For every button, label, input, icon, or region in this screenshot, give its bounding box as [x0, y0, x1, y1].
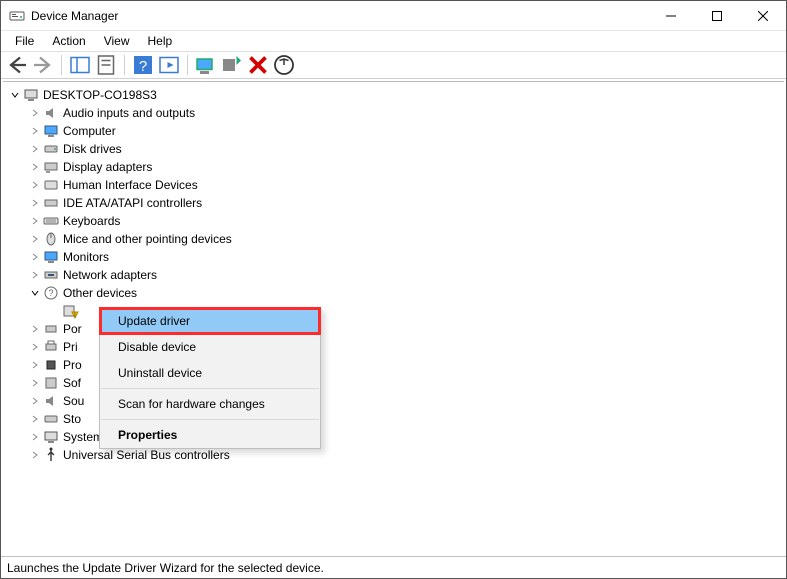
system-icon: [43, 429, 59, 445]
tree-category-computer[interactable]: Computer: [5, 122, 782, 140]
forward-button[interactable]: [31, 54, 55, 76]
software-icon: [43, 375, 59, 391]
uninstall-button[interactable]: [246, 54, 270, 76]
menu-file[interactable]: File: [7, 32, 42, 50]
computer-icon: [23, 87, 39, 103]
add-legacy-button[interactable]: [220, 54, 244, 76]
warning-overlay-icon: !: [63, 303, 79, 319]
chevron-right-icon[interactable]: [29, 215, 41, 227]
close-button[interactable]: [740, 1, 786, 31]
chevron-right-icon[interactable]: [29, 233, 41, 245]
storage-icon: [43, 411, 59, 427]
tree-category-display[interactable]: Display adapters: [5, 158, 782, 176]
display-adapter-icon: [43, 159, 59, 175]
ctx-properties[interactable]: Properties: [100, 422, 320, 448]
tree-category-network[interactable]: Network adapters: [5, 266, 782, 284]
context-menu: Update driver Disable device Uninstall d…: [99, 307, 321, 449]
chevron-right-icon[interactable]: [29, 269, 41, 281]
monitor-icon: [43, 123, 59, 139]
tree-category-hid[interactable]: Human Interface Devices: [5, 176, 782, 194]
chevron-right-icon[interactable]: [29, 413, 41, 425]
monitor-icon: [43, 249, 59, 265]
menu-help[interactable]: Help: [140, 32, 181, 50]
usb-icon: [43, 447, 59, 463]
ctx-update-driver[interactable]: Update driver: [100, 308, 320, 334]
printer-icon: [43, 339, 59, 355]
ctx-scan-hardware[interactable]: Scan for hardware changes: [100, 391, 320, 417]
tree-category-ide[interactable]: IDE ATA/ATAPI controllers: [5, 194, 782, 212]
chevron-right-icon[interactable]: [29, 323, 41, 335]
processor-icon: [43, 357, 59, 373]
status-bar: Launches the Update Driver Wizard for th…: [1, 556, 786, 578]
chevron-right-icon[interactable]: [29, 179, 41, 191]
chevron-right-icon[interactable]: [29, 359, 41, 371]
disk-icon: [43, 141, 59, 157]
root-label: DESKTOP-CO198S3: [43, 86, 157, 104]
properties-button[interactable]: [94, 54, 118, 76]
chevron-right-icon[interactable]: [29, 395, 41, 407]
svg-text:?: ?: [48, 288, 53, 298]
chevron-right-icon[interactable]: [29, 107, 41, 119]
app-icon: [9, 8, 25, 24]
port-icon: [43, 321, 59, 337]
tree-category-keyboard[interactable]: Keyboards: [5, 212, 782, 230]
tree-category-other[interactable]: ? Other devices: [5, 284, 782, 302]
ctx-disable-device[interactable]: Disable device: [100, 334, 320, 360]
network-icon: [43, 267, 59, 283]
speaker-icon: [43, 105, 59, 121]
chevron-right-icon[interactable]: [29, 125, 41, 137]
chevron-right-icon[interactable]: [29, 341, 41, 353]
chevron-down-icon[interactable]: [29, 287, 41, 299]
window-title: Device Manager: [31, 9, 118, 23]
chevron-right-icon[interactable]: [29, 161, 41, 173]
tree-category-disk[interactable]: Disk drives: [5, 140, 782, 158]
tree-root[interactable]: DESKTOP-CO198S3: [5, 86, 782, 104]
keyboard-icon: [43, 213, 59, 229]
svg-text:?: ?: [139, 58, 147, 75]
chevron-down-icon[interactable]: [9, 89, 21, 101]
back-button[interactable]: [5, 54, 29, 76]
menu-bar: File Action View Help: [1, 31, 786, 51]
ctx-uninstall-device[interactable]: Uninstall device: [100, 360, 320, 386]
toolbar: ?: [1, 51, 786, 79]
menu-view[interactable]: View: [96, 32, 138, 50]
update-driver-button[interactable]: [272, 54, 296, 76]
chevron-right-icon[interactable]: [29, 449, 41, 461]
ide-icon: [43, 195, 59, 211]
status-text: Launches the Update Driver Wizard for th…: [7, 561, 324, 575]
chevron-right-icon[interactable]: [29, 143, 41, 155]
show-hide-tree-button[interactable]: [68, 54, 92, 76]
ctx-separator: [101, 419, 319, 420]
mouse-icon: [43, 231, 59, 247]
action-button[interactable]: [157, 54, 181, 76]
menu-action[interactable]: Action: [44, 32, 93, 50]
minimize-button[interactable]: [648, 1, 694, 31]
tree-category-audio[interactable]: Audio inputs and outputs: [5, 104, 782, 122]
hid-icon: [43, 177, 59, 193]
chevron-right-icon[interactable]: [29, 197, 41, 209]
chevron-right-icon[interactable]: [29, 377, 41, 389]
other-devices-icon: ?: [43, 285, 59, 301]
help-button[interactable]: ?: [131, 54, 155, 76]
chevron-right-icon[interactable]: [29, 431, 41, 443]
maximize-button[interactable]: [694, 1, 740, 31]
scan-hardware-button[interactable]: [194, 54, 218, 76]
tree-category-monitors[interactable]: Monitors: [5, 248, 782, 266]
chevron-right-icon[interactable]: [29, 251, 41, 263]
tree-category-mice[interactable]: Mice and other pointing devices: [5, 230, 782, 248]
sound-icon: [43, 393, 59, 409]
ctx-separator: [101, 388, 319, 389]
title-bar: Device Manager: [1, 1, 786, 31]
